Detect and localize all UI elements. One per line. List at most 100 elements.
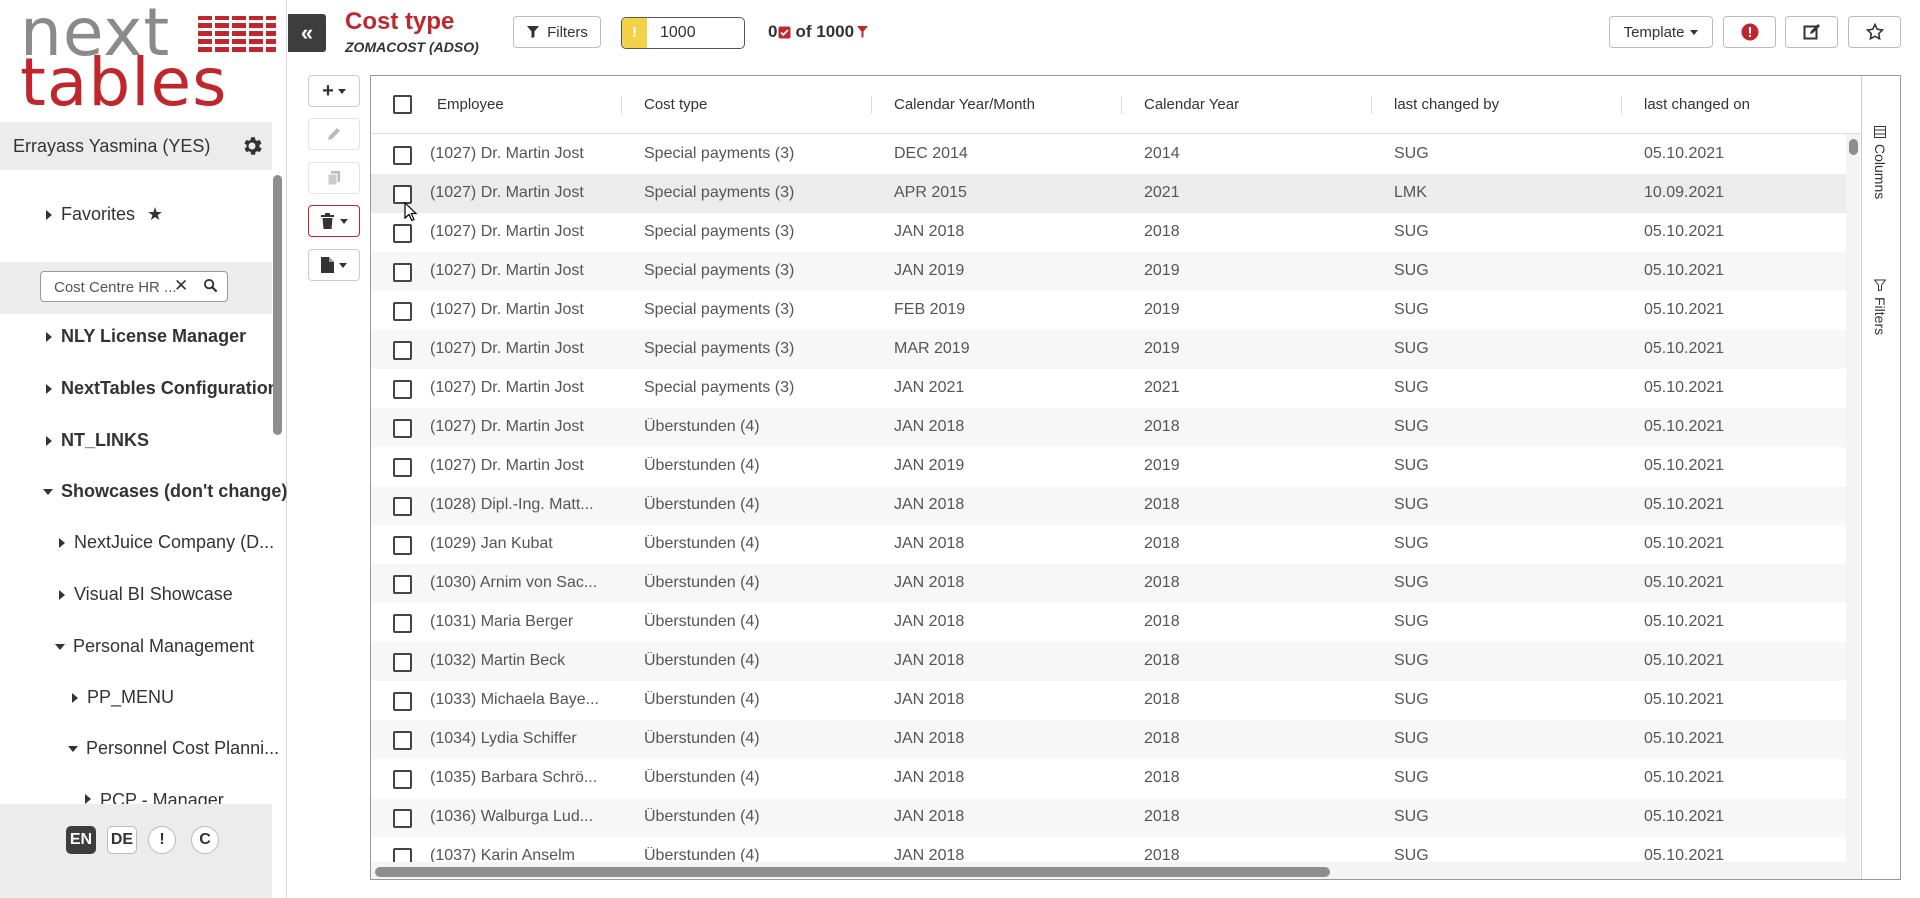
cell-cost-type: Special payments (3) bbox=[644, 379, 795, 396]
user-name: Errayass Yasmina (YES) bbox=[13, 135, 211, 156]
cell-last-changed-on: 05.10.2021 bbox=[1644, 457, 1725, 474]
row-checkbox[interactable] bbox=[393, 809, 412, 828]
info-alert-button[interactable] bbox=[1723, 16, 1776, 48]
col-header-last-changed-by[interactable]: last changed by bbox=[1394, 96, 1499, 113]
grid-vertical-scrollbar-track[interactable] bbox=[1846, 134, 1860, 879]
gear-icon[interactable] bbox=[240, 134, 264, 158]
nav-item-nextjuice-company[interactable]: NextJuice Company (D... bbox=[59, 532, 274, 553]
row-checkbox[interactable] bbox=[393, 380, 412, 399]
row-checkbox[interactable] bbox=[393, 536, 412, 555]
cell-last-changed-on: 05.10.2021 bbox=[1644, 496, 1725, 513]
nav-item-pcp-manager[interactable]: PCP - Manager bbox=[85, 790, 224, 804]
cell-calendar-year: 2018 bbox=[1144, 652, 1180, 669]
add-row-button[interactable]: + bbox=[308, 75, 360, 107]
table-row[interactable]: (1031) Maria Berger Überstunden (4) JAN 20… bbox=[371, 603, 1846, 642]
columns-panel-tab[interactable]: Columns bbox=[1872, 126, 1888, 199]
row-limit-value: 1000 bbox=[660, 24, 696, 41]
template-dropdown[interactable]: Template bbox=[1609, 16, 1713, 48]
tree-search-input[interactable]: Cost Centre HR ... ✕ bbox=[40, 271, 228, 302]
caret-right-icon bbox=[59, 589, 65, 600]
nav-item-showcases[interactable]: Showcases (don't change) bbox=[43, 481, 287, 502]
export-button[interactable] bbox=[308, 249, 360, 281]
row-checkbox[interactable] bbox=[393, 419, 412, 438]
copyright-button[interactable]: C bbox=[191, 826, 219, 854]
row-checkbox[interactable] bbox=[393, 731, 412, 750]
cell-last-changed-by: LMK bbox=[1394, 184, 1427, 201]
grid-side-panel: Columns Filters bbox=[1861, 76, 1900, 879]
table-row[interactable]: (1035) Barbara Schrö... Überstunden (4) JA… bbox=[371, 759, 1846, 798]
col-header-cost-type[interactable]: Cost type bbox=[644, 96, 707, 113]
nav-item-visual-bi-showcase[interactable]: Visual BI Showcase bbox=[59, 584, 233, 605]
nav-item-nexttables-configuration[interactable]: NextTables Configuration bbox=[46, 378, 279, 399]
table-row[interactable]: (1027) Dr. Martin Jost Special payments (… bbox=[371, 174, 1846, 213]
col-header-employee[interactable]: Employee bbox=[437, 96, 504, 113]
caret-right-icon bbox=[59, 537, 65, 548]
table-row[interactable]: (1027) Dr. Martin Jost Special payments (… bbox=[371, 135, 1846, 174]
filters-panel-tab[interactable]: Filters bbox=[1872, 279, 1888, 335]
table-row[interactable]: (1028) Dipl.-Ing. Matt... Überstunden (4)… bbox=[371, 486, 1846, 525]
clear-icon[interactable]: ✕ bbox=[174, 276, 188, 296]
row-checkbox[interactable] bbox=[393, 692, 412, 711]
table-row[interactable]: (1027) Dr. Martin Jost Überstunden (4) JAN… bbox=[371, 447, 1846, 486]
row-checkbox[interactable] bbox=[393, 263, 412, 282]
row-checkbox[interactable] bbox=[393, 614, 412, 633]
col-header-calendar-year-month[interactable]: Calendar Year/Month bbox=[894, 96, 1035, 113]
row-checkbox[interactable] bbox=[393, 341, 412, 360]
cell-calendar-year-month: JAN 2018 bbox=[894, 652, 965, 669]
nav-item-nt-links[interactable]: NT_LINKS bbox=[46, 430, 149, 451]
row-checkbox[interactable] bbox=[393, 575, 412, 594]
table-row[interactable]: (1027) Dr. Martin Jost Special payments (… bbox=[371, 369, 1846, 408]
lang-en-button[interactable]: EN bbox=[66, 826, 96, 854]
favorite-button[interactable] bbox=[1848, 16, 1901, 48]
col-header-last-changed-on[interactable]: last changed on bbox=[1644, 96, 1750, 113]
nav-item-personal-management[interactable]: Personal Management bbox=[55, 636, 254, 657]
cell-last-changed-on: 05.10.2021 bbox=[1644, 223, 1725, 240]
row-checkbox[interactable] bbox=[393, 146, 412, 165]
table-row[interactable]: (1027) Dr. Martin Jost Special payments (… bbox=[371, 330, 1846, 369]
row-checkbox[interactable] bbox=[393, 302, 412, 321]
col-header-calendar-year[interactable]: Calendar Year bbox=[1144, 96, 1239, 113]
cell-cost-type: Special payments (3) bbox=[644, 340, 795, 357]
row-checkbox[interactable] bbox=[393, 458, 412, 477]
logo-word-tables: tables bbox=[20, 44, 228, 121]
edit-mode-button[interactable] bbox=[1785, 16, 1838, 48]
table-row[interactable]: (1027) Dr. Martin Jost Überstunden (4) JAN… bbox=[371, 408, 1846, 447]
cell-calendar-year: 2018 bbox=[1144, 613, 1180, 630]
nav-item-nly-license-manager[interactable]: NLY License Manager bbox=[46, 326, 246, 347]
filters-button[interactable]: Filters bbox=[513, 16, 601, 48]
search-icon[interactable] bbox=[203, 278, 218, 293]
table-row[interactable]: (1030) Arnim von Sac... Überstunden (4) JA… bbox=[371, 564, 1846, 603]
grid-horizontal-scrollbar-thumb[interactable] bbox=[375, 867, 1330, 877]
nav-favorites[interactable]: Favorites ★ bbox=[46, 204, 163, 225]
cell-cost-type: Überstunden (4) bbox=[644, 418, 760, 435]
row-checkbox[interactable] bbox=[393, 224, 412, 243]
copy-row-button[interactable] bbox=[308, 162, 360, 194]
table-row[interactable]: (1027) Dr. Martin Jost Special payments (… bbox=[371, 291, 1846, 330]
table-row[interactable]: (1027) Dr. Martin Jost Special payments (… bbox=[371, 252, 1846, 291]
table-row[interactable]: (1033) Michaela Baye... Überstunden (4) JA… bbox=[371, 681, 1846, 720]
row-checkbox[interactable] bbox=[393, 653, 412, 672]
edit-row-button[interactable] bbox=[308, 118, 360, 150]
info-button[interactable]: ! bbox=[148, 826, 176, 854]
lang-de-button[interactable]: DE bbox=[107, 826, 137, 854]
nav-item-pp-menu[interactable]: PP_MENU bbox=[72, 687, 174, 708]
collapse-sidebar-button[interactable]: « bbox=[288, 14, 326, 52]
cell-employee: (1036) Walburga Lud... bbox=[430, 808, 594, 825]
caret-down-icon bbox=[55, 643, 65, 650]
cell-calendar-year-month: DEC 2014 bbox=[894, 145, 968, 162]
table-row[interactable]: (1032) Martin Beck Überstunden (4) JAN 201… bbox=[371, 642, 1846, 681]
table-row[interactable]: (1036) Walburga Lud... Überstunden (4) JAN… bbox=[371, 798, 1846, 837]
row-checkbox[interactable] bbox=[393, 770, 412, 789]
select-all-checkbox[interactable] bbox=[393, 95, 412, 114]
row-limit-input[interactable]: ! 1000 bbox=[621, 17, 745, 49]
row-checkbox[interactable] bbox=[393, 497, 412, 516]
nav-item-personnel-cost-planning[interactable]: Personnel Cost Planni... bbox=[68, 738, 279, 759]
caret-right-icon bbox=[46, 435, 52, 446]
delete-row-button[interactable] bbox=[308, 205, 360, 237]
table-row[interactable]: (1027) Dr. Martin Jost Special payments (… bbox=[371, 213, 1846, 252]
table-row[interactable]: (1034) Lydia Schiffer Überstunden (4) JAN … bbox=[371, 720, 1846, 759]
table-row[interactable]: (1029) Jan Kubat Überstunden (4) JAN 2018 2… bbox=[371, 525, 1846, 564]
sidebar-scrollbar[interactable] bbox=[273, 175, 282, 435]
grid-vertical-scrollbar-thumb[interactable] bbox=[1849, 139, 1858, 155]
cell-cost-type: Überstunden (4) bbox=[644, 496, 760, 513]
